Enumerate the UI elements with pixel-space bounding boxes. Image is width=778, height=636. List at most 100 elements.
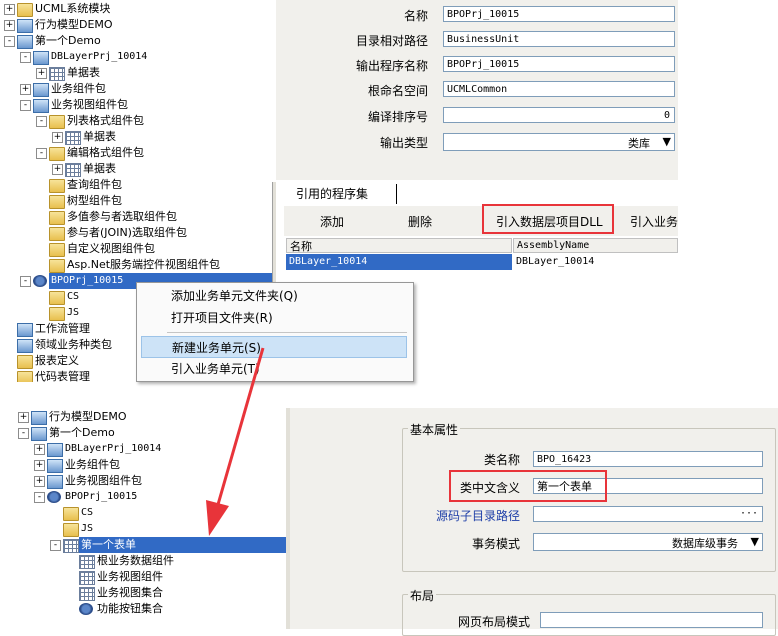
class-name-field[interactable]: BPO_16423 bbox=[533, 451, 763, 467]
top-tree-node[interactable]: 参与者(JOIN)选取组件包 bbox=[0, 225, 272, 241]
folder-icon bbox=[49, 211, 65, 225]
bottom-tree-node[interactable]: + 业务组件包 bbox=[14, 457, 286, 473]
expand-icon[interactable]: + bbox=[18, 412, 29, 423]
path-field[interactable]: BusinessUnit bbox=[443, 31, 675, 47]
tree-node-label: 业务组件包 bbox=[65, 458, 120, 471]
bottom-tree-node[interactable]: + 业务视图组件包 bbox=[14, 473, 286, 489]
top-tree-node[interactable]: - 编辑格式组件包 bbox=[0, 145, 272, 161]
output-type-select[interactable]: 类库 ▼ bbox=[443, 133, 675, 151]
top-tree-node[interactable]: + 业务组件包 bbox=[0, 81, 272, 97]
tree-node-label: 树型组件包 bbox=[67, 194, 122, 207]
top-tree-node[interactable]: + 单据表 bbox=[0, 65, 272, 81]
top-tree-node[interactable]: 树型组件包 bbox=[0, 193, 272, 209]
folder-icon bbox=[49, 195, 65, 209]
menu-item-open-folder[interactable]: 打开项目文件夹(R) bbox=[141, 307, 407, 329]
expand-icon[interactable]: + bbox=[4, 20, 15, 31]
expand-icon[interactable]: + bbox=[52, 164, 63, 175]
column-header-name[interactable]: 名称 bbox=[286, 238, 512, 253]
tree-node-label: CS bbox=[81, 507, 94, 518]
name-label: 名称 bbox=[403, 9, 428, 23]
tree-node-label: 单据表 bbox=[67, 66, 100, 79]
collapse-icon[interactable]: - bbox=[18, 428, 29, 439]
bottom-tree-node[interactable]: 业务视图集合 bbox=[14, 585, 286, 601]
gear-icon bbox=[47, 491, 61, 503]
collapse-icon[interactable]: - bbox=[20, 52, 31, 63]
group-layout-title: 布局 bbox=[408, 587, 437, 604]
bottom-tree-node[interactable]: JS bbox=[14, 521, 286, 537]
expand-icon[interactable]: + bbox=[20, 84, 31, 95]
menu-item-add-folder[interactable]: 添加业务单元文件夹(Q) bbox=[141, 285, 407, 307]
tree-node-label: 列表格式组件包 bbox=[67, 114, 144, 127]
column-header-assembly[interactable]: AssemblyName bbox=[513, 238, 678, 253]
bottom-tree-node[interactable]: - 第一个表单 bbox=[14, 537, 286, 553]
top-tree-node[interactable]: + 单据表 bbox=[0, 161, 272, 177]
collapse-icon[interactable]: - bbox=[20, 276, 31, 287]
tree-node-label: 领域业务种类包 bbox=[35, 338, 112, 351]
top-tree-node[interactable]: + UCML系统模块 bbox=[0, 1, 272, 17]
top-tree-node[interactable]: + 单据表 bbox=[0, 129, 272, 145]
pkg-icon bbox=[47, 475, 63, 489]
folder-icon bbox=[49, 307, 65, 321]
bottom-tree-node[interactable]: 功能按钮集合 bbox=[14, 601, 286, 617]
pkg-icon bbox=[31, 411, 47, 425]
table-row-assembly[interactable]: DBLayer_10014 bbox=[513, 254, 678, 270]
browse-button[interactable]: ··· bbox=[740, 506, 758, 522]
tree-node-label: 代码表管理 bbox=[35, 370, 90, 382]
compile-order-field[interactable]: 0 bbox=[443, 107, 675, 123]
source-path-label: 源码子目录路径 bbox=[435, 509, 520, 523]
delete-button[interactable]: 删除 bbox=[408, 212, 432, 232]
bottom-tree-node[interactable]: - BPOPrj_10015 bbox=[14, 489, 286, 505]
top-tree-node[interactable]: 多值参与者选取组件包 bbox=[0, 209, 272, 225]
collapse-icon[interactable]: - bbox=[36, 116, 47, 127]
table-row-name[interactable]: DBLayer_10014 bbox=[286, 254, 512, 270]
pkg-icon bbox=[47, 459, 63, 473]
highlight-box bbox=[482, 204, 614, 234]
top-tree-node[interactable]: Asp.Net服务端控件视图组件包 bbox=[0, 257, 272, 273]
tree-node-label: 第一个表单 bbox=[79, 537, 286, 553]
transaction-mode-select[interactable]: 数据库级事务 ▼ bbox=[533, 533, 763, 551]
bottom-tree-node[interactable]: CS bbox=[14, 505, 286, 521]
tree-node-label: 业务视图组件包 bbox=[51, 98, 128, 111]
collapse-icon[interactable]: - bbox=[4, 36, 15, 47]
folder-icon bbox=[17, 355, 33, 369]
top-tree-node[interactable]: 自定义视图组件包 bbox=[0, 241, 272, 257]
top-tree-node[interactable]: - 列表格式组件包 bbox=[0, 113, 272, 129]
collapse-icon[interactable]: - bbox=[20, 100, 31, 111]
output-name-label: 输出程序名称 bbox=[355, 59, 428, 73]
collapse-icon[interactable]: - bbox=[50, 540, 61, 551]
highlight-box-2 bbox=[449, 470, 607, 502]
top-tree-node[interactable]: - 第一个Demo bbox=[0, 33, 272, 49]
namespace-field[interactable]: UCMLCommon bbox=[443, 81, 675, 97]
expand-icon[interactable]: + bbox=[36, 68, 47, 79]
output-name-field[interactable]: BPOPrj_10015 bbox=[443, 56, 675, 72]
grid-icon bbox=[79, 587, 95, 601]
collapse-icon[interactable]: - bbox=[36, 148, 47, 159]
folder-icon bbox=[49, 259, 65, 273]
expand-icon[interactable]: + bbox=[34, 476, 45, 487]
tree-node-label: DBLayerPrj_10014 bbox=[65, 443, 162, 454]
bottom-tree-node[interactable]: - 第一个Demo bbox=[14, 425, 286, 441]
top-tree-node[interactable]: 查询组件包 bbox=[0, 177, 272, 193]
tree-node-label: JS bbox=[81, 523, 94, 534]
bottom-tree-node[interactable]: 根业务数据组件 bbox=[14, 553, 286, 569]
top-tree-node[interactable]: - 业务视图组件包 bbox=[0, 97, 272, 113]
name-field[interactable]: BPOPrj_10015 bbox=[443, 6, 675, 22]
pkg-icon bbox=[17, 323, 33, 337]
bottom-tree-node[interactable]: 业务视图组件 bbox=[14, 569, 286, 585]
collapse-icon[interactable]: - bbox=[34, 492, 45, 503]
layout-mode-field[interactable] bbox=[540, 612, 763, 628]
top-tree-node[interactable]: + 行为模型DEMO bbox=[0, 17, 272, 33]
source-path-field[interactable]: ··· bbox=[533, 506, 763, 522]
import-business-button[interactable]: 引入业务 bbox=[630, 212, 678, 232]
bottom-tree-node[interactable]: + 行为模型DEMO bbox=[14, 409, 286, 425]
bottom-tree-node[interactable]: + DBLayerPrj_10014 bbox=[14, 441, 286, 457]
expand-icon[interactable]: + bbox=[52, 132, 63, 143]
add-button[interactable]: 添加 bbox=[320, 212, 344, 232]
context-menu: 添加业务单元文件夹(Q) 打开项目文件夹(R) 新建业务单元(S) 引入业务单元… bbox=[136, 282, 414, 382]
expand-icon[interactable]: + bbox=[34, 444, 45, 455]
expand-icon[interactable]: + bbox=[34, 460, 45, 471]
top-tree-node[interactable]: - DBLayerPrj_10014 bbox=[0, 49, 272, 65]
tab-referenced-assemblies[interactable]: 引用的程序集 bbox=[288, 184, 397, 204]
expand-icon[interactable]: + bbox=[4, 4, 15, 15]
layout-mode-label: 网页布局模式 bbox=[457, 615, 530, 629]
